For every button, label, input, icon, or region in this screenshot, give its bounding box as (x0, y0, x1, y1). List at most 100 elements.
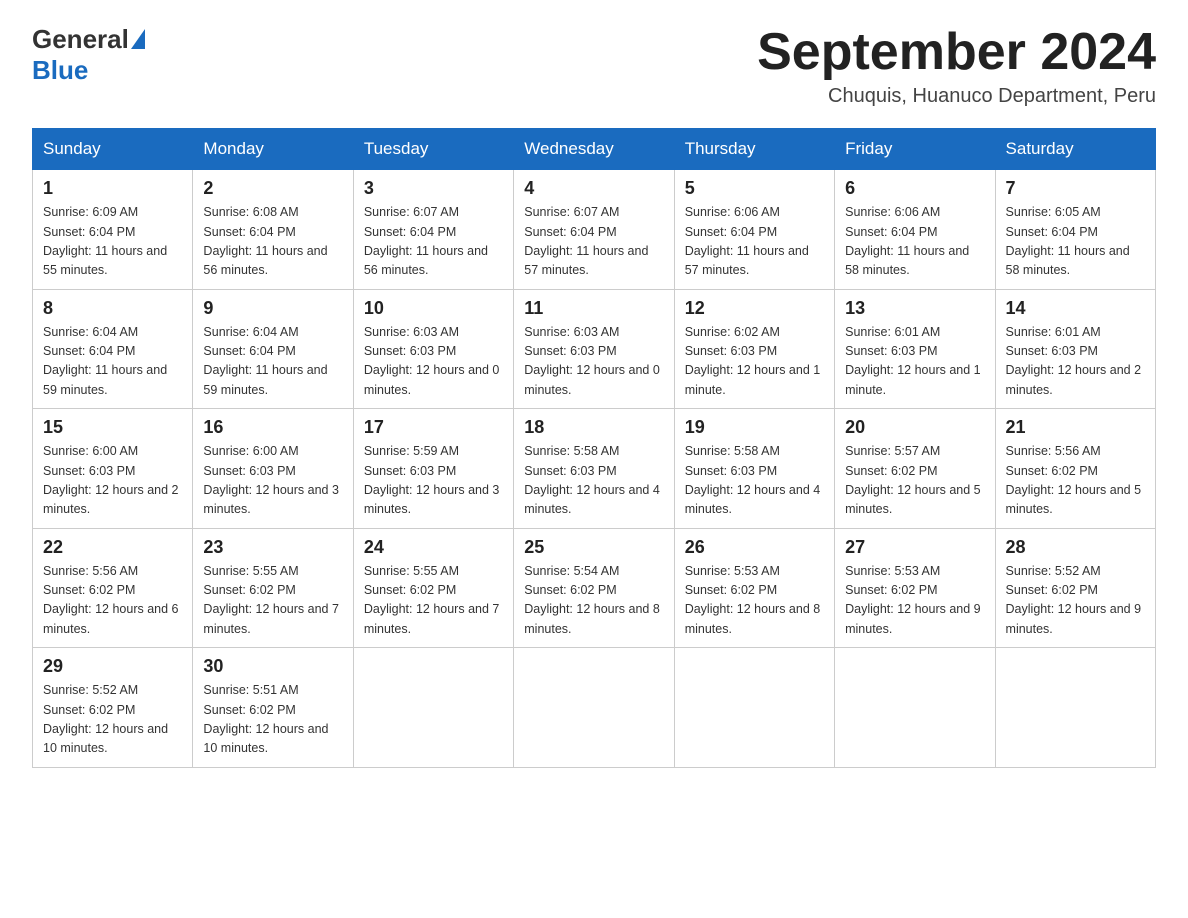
column-header-sunday: Sunday (33, 129, 193, 170)
calendar-cell: 24 Sunrise: 5:55 AM Sunset: 6:02 PM Dayl… (353, 528, 513, 648)
logo-general-text: General (32, 24, 129, 55)
sunset-label: Sunset: 6:03 PM (43, 464, 135, 478)
calendar-cell: 22 Sunrise: 5:56 AM Sunset: 6:02 PM Dayl… (33, 528, 193, 648)
day-number: 10 (364, 298, 503, 319)
calendar-cell: 5 Sunrise: 6:06 AM Sunset: 6:04 PM Dayli… (674, 170, 834, 290)
sunset-label: Sunset: 6:04 PM (845, 225, 937, 239)
calendar-cell: 17 Sunrise: 5:59 AM Sunset: 6:03 PM Dayl… (353, 409, 513, 529)
location-subtitle: Chuquis, Huanuco Department, Peru (757, 85, 1156, 108)
logo: General Blue (32, 24, 145, 86)
calendar-cell: 28 Sunrise: 5:52 AM Sunset: 6:02 PM Dayl… (995, 528, 1155, 648)
day-number: 3 (364, 178, 503, 199)
day-info: Sunrise: 6:00 AM Sunset: 6:03 PM Dayligh… (43, 442, 182, 520)
calendar-cell: 12 Sunrise: 6:02 AM Sunset: 6:03 PM Dayl… (674, 289, 834, 409)
day-number: 22 (43, 537, 182, 558)
day-info: Sunrise: 5:55 AM Sunset: 6:02 PM Dayligh… (203, 562, 342, 640)
calendar-cell: 25 Sunrise: 5:54 AM Sunset: 6:02 PM Dayl… (514, 528, 674, 648)
sunrise-label: Sunrise: 6:02 AM (685, 325, 780, 339)
sunrise-label: Sunrise: 5:53 AM (845, 564, 940, 578)
daylight-label: Daylight: 11 hours and 56 minutes. (203, 244, 327, 277)
sunset-label: Sunset: 6:03 PM (364, 464, 456, 478)
calendar-cell: 1 Sunrise: 6:09 AM Sunset: 6:04 PM Dayli… (33, 170, 193, 290)
sunrise-label: Sunrise: 5:52 AM (1006, 564, 1101, 578)
day-number: 15 (43, 417, 182, 438)
day-number: 2 (203, 178, 342, 199)
daylight-label: Daylight: 12 hours and 10 minutes. (43, 722, 168, 755)
sunset-label: Sunset: 6:02 PM (845, 583, 937, 597)
page-header: General Blue September 2024 Chuquis, Hua… (32, 24, 1156, 108)
column-header-thursday: Thursday (674, 129, 834, 170)
day-info: Sunrise: 5:58 AM Sunset: 6:03 PM Dayligh… (524, 442, 663, 520)
day-number: 14 (1006, 298, 1145, 319)
sunrise-label: Sunrise: 5:55 AM (203, 564, 298, 578)
sunset-label: Sunset: 6:02 PM (845, 464, 937, 478)
sunrise-label: Sunrise: 6:06 AM (845, 205, 940, 219)
day-info: Sunrise: 6:06 AM Sunset: 6:04 PM Dayligh… (845, 203, 984, 281)
day-number: 6 (845, 178, 984, 199)
day-number: 21 (1006, 417, 1145, 438)
calendar-week-row: 15 Sunrise: 6:00 AM Sunset: 6:03 PM Dayl… (33, 409, 1156, 529)
sunset-label: Sunset: 6:02 PM (43, 703, 135, 717)
sunrise-label: Sunrise: 6:05 AM (1006, 205, 1101, 219)
sunrise-label: Sunrise: 6:00 AM (43, 444, 138, 458)
daylight-label: Daylight: 11 hours and 58 minutes. (845, 244, 969, 277)
calendar-cell: 14 Sunrise: 6:01 AM Sunset: 6:03 PM Dayl… (995, 289, 1155, 409)
sunrise-label: Sunrise: 6:07 AM (364, 205, 459, 219)
daylight-label: Daylight: 12 hours and 1 minute. (845, 363, 981, 396)
sunrise-label: Sunrise: 6:09 AM (43, 205, 138, 219)
daylight-label: Daylight: 12 hours and 9 minutes. (1006, 602, 1142, 635)
daylight-label: Daylight: 12 hours and 0 minutes. (364, 363, 500, 396)
calendar-cell: 7 Sunrise: 6:05 AM Sunset: 6:04 PM Dayli… (995, 170, 1155, 290)
daylight-label: Daylight: 12 hours and 7 minutes. (203, 602, 339, 635)
day-number: 11 (524, 298, 663, 319)
sunset-label: Sunset: 6:02 PM (43, 583, 135, 597)
calendar-cell (514, 648, 674, 768)
sunrise-label: Sunrise: 5:56 AM (43, 564, 138, 578)
sunset-label: Sunset: 6:03 PM (685, 344, 777, 358)
column-header-friday: Friday (835, 129, 995, 170)
logo-blue-text: Blue (32, 55, 145, 86)
day-number: 13 (845, 298, 984, 319)
calendar-cell: 19 Sunrise: 5:58 AM Sunset: 6:03 PM Dayl… (674, 409, 834, 529)
sunrise-label: Sunrise: 6:01 AM (1006, 325, 1101, 339)
daylight-label: Daylight: 11 hours and 55 minutes. (43, 244, 167, 277)
logo-triangle-icon (131, 29, 145, 49)
daylight-label: Daylight: 11 hours and 59 minutes. (203, 363, 327, 396)
sunrise-label: Sunrise: 6:04 AM (43, 325, 138, 339)
sunset-label: Sunset: 6:03 PM (845, 344, 937, 358)
day-info: Sunrise: 6:08 AM Sunset: 6:04 PM Dayligh… (203, 203, 342, 281)
sunset-label: Sunset: 6:02 PM (685, 583, 777, 597)
column-header-monday: Monday (193, 129, 353, 170)
calendar-cell: 4 Sunrise: 6:07 AM Sunset: 6:04 PM Dayli… (514, 170, 674, 290)
daylight-label: Daylight: 11 hours and 57 minutes. (524, 244, 648, 277)
calendar-cell: 10 Sunrise: 6:03 AM Sunset: 6:03 PM Dayl… (353, 289, 513, 409)
sunset-label: Sunset: 6:04 PM (203, 225, 295, 239)
day-info: Sunrise: 6:02 AM Sunset: 6:03 PM Dayligh… (685, 323, 824, 401)
calendar-cell: 30 Sunrise: 5:51 AM Sunset: 6:02 PM Dayl… (193, 648, 353, 768)
daylight-label: Daylight: 12 hours and 5 minutes. (1006, 483, 1142, 516)
day-number: 28 (1006, 537, 1145, 558)
sunset-label: Sunset: 6:02 PM (203, 703, 295, 717)
daylight-label: Daylight: 12 hours and 8 minutes. (524, 602, 660, 635)
calendar-cell: 18 Sunrise: 5:58 AM Sunset: 6:03 PM Dayl… (514, 409, 674, 529)
daylight-label: Daylight: 12 hours and 3 minutes. (364, 483, 500, 516)
sunset-label: Sunset: 6:04 PM (203, 344, 295, 358)
sunset-label: Sunset: 6:04 PM (685, 225, 777, 239)
calendar-cell: 13 Sunrise: 6:01 AM Sunset: 6:03 PM Dayl… (835, 289, 995, 409)
sunset-label: Sunset: 6:02 PM (203, 583, 295, 597)
daylight-label: Daylight: 12 hours and 4 minutes. (685, 483, 821, 516)
day-number: 4 (524, 178, 663, 199)
sunset-label: Sunset: 6:03 PM (203, 464, 295, 478)
daylight-label: Daylight: 12 hours and 7 minutes. (364, 602, 500, 635)
day-info: Sunrise: 5:55 AM Sunset: 6:02 PM Dayligh… (364, 562, 503, 640)
calendar-cell: 3 Sunrise: 6:07 AM Sunset: 6:04 PM Dayli… (353, 170, 513, 290)
calendar-cell (353, 648, 513, 768)
calendar-cell: 2 Sunrise: 6:08 AM Sunset: 6:04 PM Dayli… (193, 170, 353, 290)
sunrise-label: Sunrise: 5:53 AM (685, 564, 780, 578)
day-info: Sunrise: 5:53 AM Sunset: 6:02 PM Dayligh… (685, 562, 824, 640)
calendar-week-row: 22 Sunrise: 5:56 AM Sunset: 6:02 PM Dayl… (33, 528, 1156, 648)
day-info: Sunrise: 5:52 AM Sunset: 6:02 PM Dayligh… (43, 681, 182, 759)
day-info: Sunrise: 6:00 AM Sunset: 6:03 PM Dayligh… (203, 442, 342, 520)
calendar-cell: 27 Sunrise: 5:53 AM Sunset: 6:02 PM Dayl… (835, 528, 995, 648)
daylight-label: Daylight: 12 hours and 2 minutes. (43, 483, 179, 516)
